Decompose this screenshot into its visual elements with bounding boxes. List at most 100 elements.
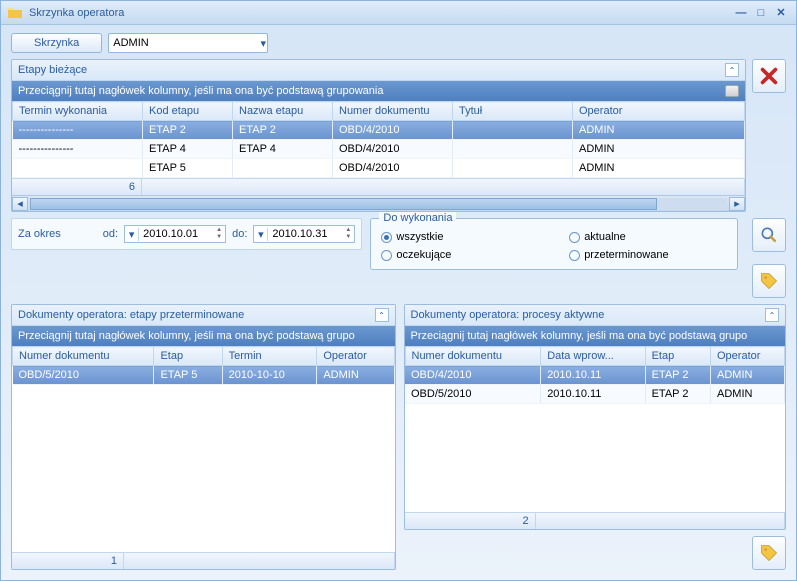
- chevron-down-icon[interactable]: ▾: [259, 37, 267, 50]
- table-row[interactable]: OBD/4/20102010.10.11ETAP 2ADMIN: [405, 366, 785, 385]
- radio-label: oczekujące: [396, 249, 451, 261]
- active-grid: Numer dokumentu Data wprow... Etap Opera…: [405, 346, 786, 404]
- date-to[interactable]: ▾ ▲▼: [253, 225, 355, 243]
- cell-operator: ADMIN: [317, 366, 394, 385]
- collapse-icon[interactable]: ⌃: [765, 308, 779, 322]
- vscroll-stub[interactable]: [725, 85, 739, 97]
- col-etap[interactable]: Etap: [645, 347, 710, 366]
- dowyk-legend: Do wykonania: [379, 212, 456, 224]
- etapy-grid: Termin wykonania Kod etapu Nazwa etapu N…: [12, 101, 745, 178]
- cell-termin: ---------------: [13, 140, 143, 159]
- col-termin[interactable]: Termin wykonania: [13, 102, 143, 121]
- period-box: Za okres od: ▾ ▲▼ do: ▾ ▲▼: [11, 218, 362, 250]
- collapse-icon[interactable]: ⌃: [375, 308, 389, 322]
- scroll-thumb[interactable]: [30, 198, 657, 210]
- collapse-icon[interactable]: ⌃: [725, 63, 739, 77]
- spin-down-icon[interactable]: ▼: [213, 234, 225, 241]
- delete-button[interactable]: [752, 59, 786, 93]
- col-termin[interactable]: Termin: [222, 347, 317, 366]
- cell-etap: ETAP 2: [645, 366, 710, 385]
- cell-kod: ETAP 2: [143, 121, 233, 140]
- etapy-count: 6: [12, 179, 142, 195]
- cell-data: 2010.10.11: [541, 366, 645, 385]
- cell-operator: ADMIN: [711, 366, 785, 385]
- table-row[interactable]: OBD/5/20102010.10.11ETAP 2ADMIN: [405, 385, 785, 404]
- spin-up-icon[interactable]: ▲: [342, 227, 354, 234]
- cell-termin: ---------------: [13, 121, 143, 140]
- group-hint-text: Przeciągnij tutaj nagłówek kolumny, jeśl…: [18, 330, 355, 342]
- table-row[interactable]: ETAP 5 OBD/4/2010 ADMIN: [13, 159, 745, 178]
- radio-przeterminowane[interactable]: przeterminowane: [569, 249, 727, 261]
- etapy-footer: 6: [12, 178, 745, 195]
- skrzynka-button[interactable]: Skrzynka: [11, 33, 102, 53]
- do-label: do:: [232, 228, 247, 240]
- active-count: 2: [405, 513, 536, 529]
- radio-wszystkie[interactable]: wszystkie: [381, 231, 539, 243]
- date-from[interactable]: ▾ ▲▼: [124, 225, 226, 243]
- col-nazwa[interactable]: Nazwa etapu: [233, 102, 333, 121]
- cell-operator: ADMIN: [573, 159, 745, 178]
- cell-operator: ADMIN: [573, 140, 745, 159]
- radio-aktualne[interactable]: aktualne: [569, 231, 727, 243]
- filter-side-buttons: [752, 218, 786, 298]
- maximize-button[interactable]: □: [752, 5, 770, 21]
- table-row[interactable]: OBD/5/2010ETAP 52010-10-10ADMIN: [13, 366, 395, 385]
- overdue-group-bar[interactable]: Przeciągnij tutaj nagłówek kolumny, jeśl…: [12, 326, 395, 346]
- etapy-side-buttons: [752, 59, 786, 212]
- col-numer[interactable]: Numer dokumentu: [405, 347, 541, 366]
- cell-numer: OBD/4/2010: [333, 159, 453, 178]
- radio-oczekujace[interactable]: oczekujące: [381, 249, 539, 261]
- cell-tytul: [453, 121, 573, 140]
- chevron-down-icon[interactable]: ▾: [254, 228, 268, 241]
- radio-label: aktualne: [584, 231, 626, 243]
- scroll-left-icon[interactable]: ◂: [12, 197, 28, 211]
- cell-etap: ETAP 2: [645, 385, 710, 404]
- overdue-count: 1: [12, 553, 124, 569]
- close-button[interactable]: ✕: [772, 5, 790, 21]
- etapy-hscroll[interactable]: ◂ ▸: [12, 195, 745, 211]
- active-group-bar[interactable]: Przeciągnij tutaj nagłówek kolumny, jeśl…: [405, 326, 786, 346]
- etapy-title: Etapy bieżące: [18, 64, 87, 76]
- search-button[interactable]: [752, 218, 786, 252]
- cell-numer: OBD/4/2010: [333, 140, 453, 159]
- cell-tytul: [453, 140, 573, 159]
- chevron-down-icon[interactable]: ▾: [125, 228, 139, 241]
- cell-numer: OBD/5/2010: [13, 366, 154, 385]
- group-hint-text: Przeciągnij tutaj nagłówek kolumny, jeśl…: [18, 85, 383, 97]
- cell-data: 2010.10.11: [541, 385, 645, 404]
- cell-numer: OBD/4/2010: [405, 366, 541, 385]
- filter-button[interactable]: [752, 264, 786, 298]
- etapy-group-bar[interactable]: Przeciągnij tutaj nagłówek kolumny, jeśl…: [12, 81, 745, 101]
- active-panel: Dokumenty operatora: procesy aktywne ⌃ P…: [404, 304, 787, 530]
- etapy-panel-row: Etapy bieżące ⌃ Przeciągnij tutaj nagłów…: [11, 59, 786, 212]
- dowyk-fieldset: Do wykonania wszystkie aktualne oczekują…: [370, 218, 738, 270]
- spin-up-icon[interactable]: ▲: [213, 227, 225, 234]
- top-toolbar: Skrzynka ▾: [11, 33, 786, 53]
- col-numer[interactable]: Numer dokumentu: [333, 102, 453, 121]
- col-etap[interactable]: Etap: [154, 347, 222, 366]
- radio-label: przeterminowane: [584, 249, 668, 261]
- date-to-input[interactable]: [268, 228, 342, 240]
- cell-operator: ADMIN: [573, 121, 745, 140]
- table-row[interactable]: ---------------ETAP 2ETAP 2OBD/4/2010ADM…: [13, 121, 745, 140]
- window-icon: [7, 5, 23, 21]
- operator-combo-input[interactable]: [109, 34, 259, 52]
- od-label: od:: [103, 228, 118, 240]
- col-data[interactable]: Data wprow...: [541, 347, 645, 366]
- operator-inbox-window: Skrzynka operatora — □ ✕ Skrzynka ▾ Etap…: [0, 0, 797, 581]
- col-operator[interactable]: Operator: [317, 347, 394, 366]
- col-operator[interactable]: Operator: [573, 102, 745, 121]
- date-from-input[interactable]: [139, 228, 213, 240]
- table-row[interactable]: ---------------ETAP 4ETAP 4OBD/4/2010ADM…: [13, 140, 745, 159]
- col-numer[interactable]: Numer dokumentu: [13, 347, 154, 366]
- minimize-button[interactable]: —: [732, 5, 750, 21]
- col-tytul[interactable]: Tytuł: [453, 102, 573, 121]
- filter-button-2[interactable]: [752, 536, 786, 570]
- cell-kod: ETAP 5: [143, 159, 233, 178]
- cell-nazwa: ETAP 4: [233, 140, 333, 159]
- operator-combo[interactable]: ▾: [108, 33, 268, 53]
- col-kod[interactable]: Kod etapu: [143, 102, 233, 121]
- scroll-right-icon[interactable]: ▸: [729, 197, 745, 211]
- spin-down-icon[interactable]: ▼: [342, 234, 354, 241]
- col-operator[interactable]: Operator: [711, 347, 785, 366]
